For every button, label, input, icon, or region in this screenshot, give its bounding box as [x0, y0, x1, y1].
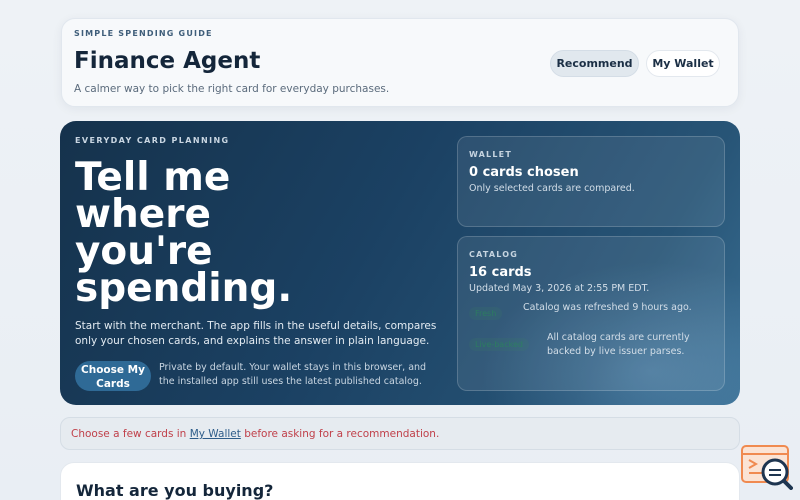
catalog-count: 16 cards [469, 265, 532, 280]
app-header: SIMPLE SPENDING GUIDE Finance Agent A ca… [61, 18, 739, 107]
app-title: Finance Agent [74, 48, 261, 74]
fresh-status: Fresh [469, 305, 503, 320]
wallet-count: 0 cards chosen [469, 165, 579, 180]
wallet-warning-banner: Choose a few cards in My Wallet before a… [60, 417, 740, 450]
live-backed-badge: Live-backed [469, 338, 529, 351]
purchase-card: What are you buying? [60, 462, 740, 500]
live-backed-status-text: All catalog cards are currently backed b… [547, 332, 690, 357]
catalog-updated: Updated May 3, 2026 at 2:55 PM EDT. [469, 283, 650, 294]
wallet-panel-label: WALLET [469, 150, 512, 159]
my-wallet-nav-button[interactable]: My Wallet [646, 50, 720, 77]
fresh-badge: Fresh [469, 307, 503, 320]
choose-my-cards-button[interactable]: Choose My Cards [75, 361, 151, 391]
catalog-panel-label: CATALOG [469, 250, 519, 259]
recommend-nav-button[interactable]: Recommend [550, 50, 639, 77]
privacy-note: Private by default. Your wallet stays in… [159, 362, 427, 387]
header-eyebrow: SIMPLE SPENDING GUIDE [74, 29, 213, 38]
fresh-status-text: Catalog was refreshed 9 hours ago. [523, 302, 692, 313]
hero-description: Start with the merchant. The app fills i… [75, 320, 437, 347]
app-subtitle: A calmer way to pick the right card for … [74, 83, 390, 95]
my-wallet-link[interactable]: My Wallet [190, 428, 241, 440]
hero-eyebrow: EVERYDAY CARD PLANNING [75, 136, 230, 145]
warning-prefix: Choose a few cards in [71, 428, 190, 440]
hero-section: EVERYDAY CARD PLANNING Tell me where you… [60, 121, 740, 405]
purchase-heading: What are you buying? [76, 481, 274, 500]
warning-text: Choose a few cards in My Wallet before a… [71, 428, 439, 440]
wallet-panel: WALLET 0 cards chosen Only selected card… [457, 136, 725, 227]
catalog-panel: CATALOG 16 cards Updated May 3, 2026 at … [457, 236, 725, 391]
app-logo-icon [741, 445, 793, 490]
wallet-note: Only selected cards are compared. [469, 183, 635, 194]
hero-headline: Tell me where you're spending. [75, 155, 293, 311]
live-backed-status: Live-backed [469, 336, 529, 351]
warning-suffix: before asking for a recommendation. [240, 428, 440, 440]
